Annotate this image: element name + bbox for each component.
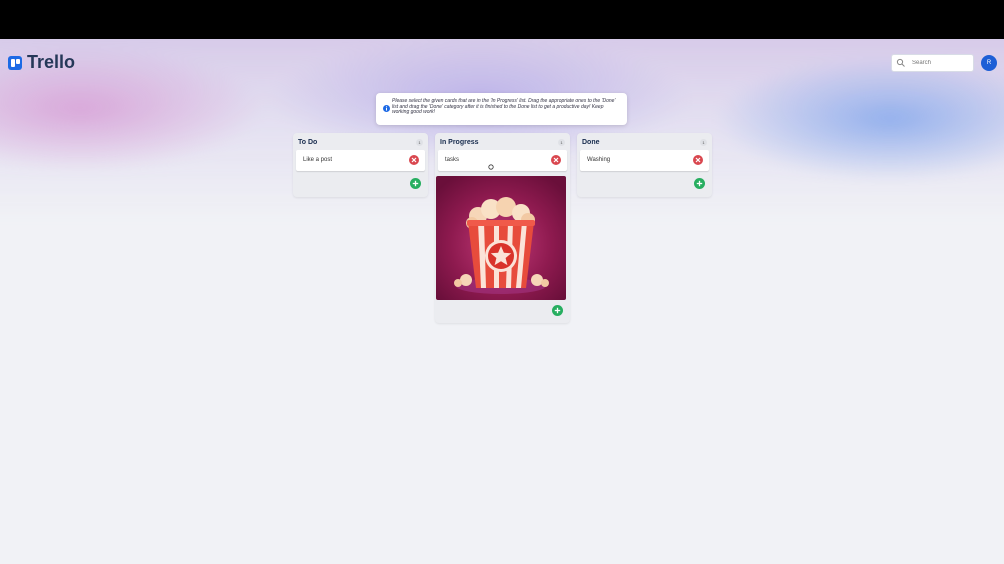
close-icon (411, 157, 417, 163)
card-text: Like a post (303, 157, 333, 163)
add-card-button[interactable] (410, 178, 421, 189)
card-text: Washing (587, 157, 611, 163)
task-card[interactable]: tasks (438, 150, 567, 171)
card-text: tasks (445, 157, 460, 163)
plus-icon (554, 307, 561, 314)
delete-card-button[interactable] (409, 155, 419, 165)
user-avatar[interactable]: R (981, 55, 997, 71)
info-icon (383, 105, 390, 112)
instruction-banner: Please select the given cards that are i… (376, 93, 627, 125)
instruction-text: Please select the given cards that are i… (392, 98, 616, 115)
column-title: In Progress (440, 139, 479, 146)
close-icon (695, 157, 701, 163)
browser-black-bar (0, 0, 1004, 39)
column-count-badge: 1 (558, 139, 565, 146)
add-card-button[interactable] (694, 178, 705, 189)
board-page: Trello R Please select the given cards t… (0, 39, 1004, 564)
add-card-button[interactable] (552, 305, 563, 316)
column-count-badge: 1 (416, 139, 423, 146)
close-icon (553, 157, 559, 163)
trello-logo-icon (8, 55, 22, 70)
search-icon (896, 58, 905, 67)
task-card[interactable]: Washing (580, 150, 709, 171)
column-todo: To Do 1 Like a post (293, 133, 428, 197)
column-count-badge: 1 (700, 139, 707, 146)
mouse-cursor-icon (488, 164, 494, 170)
popcorn-image (436, 176, 566, 300)
search-box[interactable] (891, 54, 974, 72)
column-title: To Do (298, 139, 318, 146)
column-title: Done (582, 139, 600, 146)
plus-icon (696, 180, 703, 187)
delete-card-button[interactable] (551, 155, 561, 165)
app-title: Trello (27, 52, 76, 72)
delete-card-button[interactable] (693, 155, 703, 165)
plus-icon (412, 180, 419, 187)
column-done: Done 1 Washing (577, 133, 712, 197)
search-input[interactable] (912, 60, 972, 66)
column-in-progress: In Progress 1 tasks (435, 133, 570, 323)
app-logo[interactable]: Trello (8, 52, 75, 73)
task-card[interactable]: Like a post (296, 150, 425, 171)
app-header: Trello R (0, 39, 1004, 87)
